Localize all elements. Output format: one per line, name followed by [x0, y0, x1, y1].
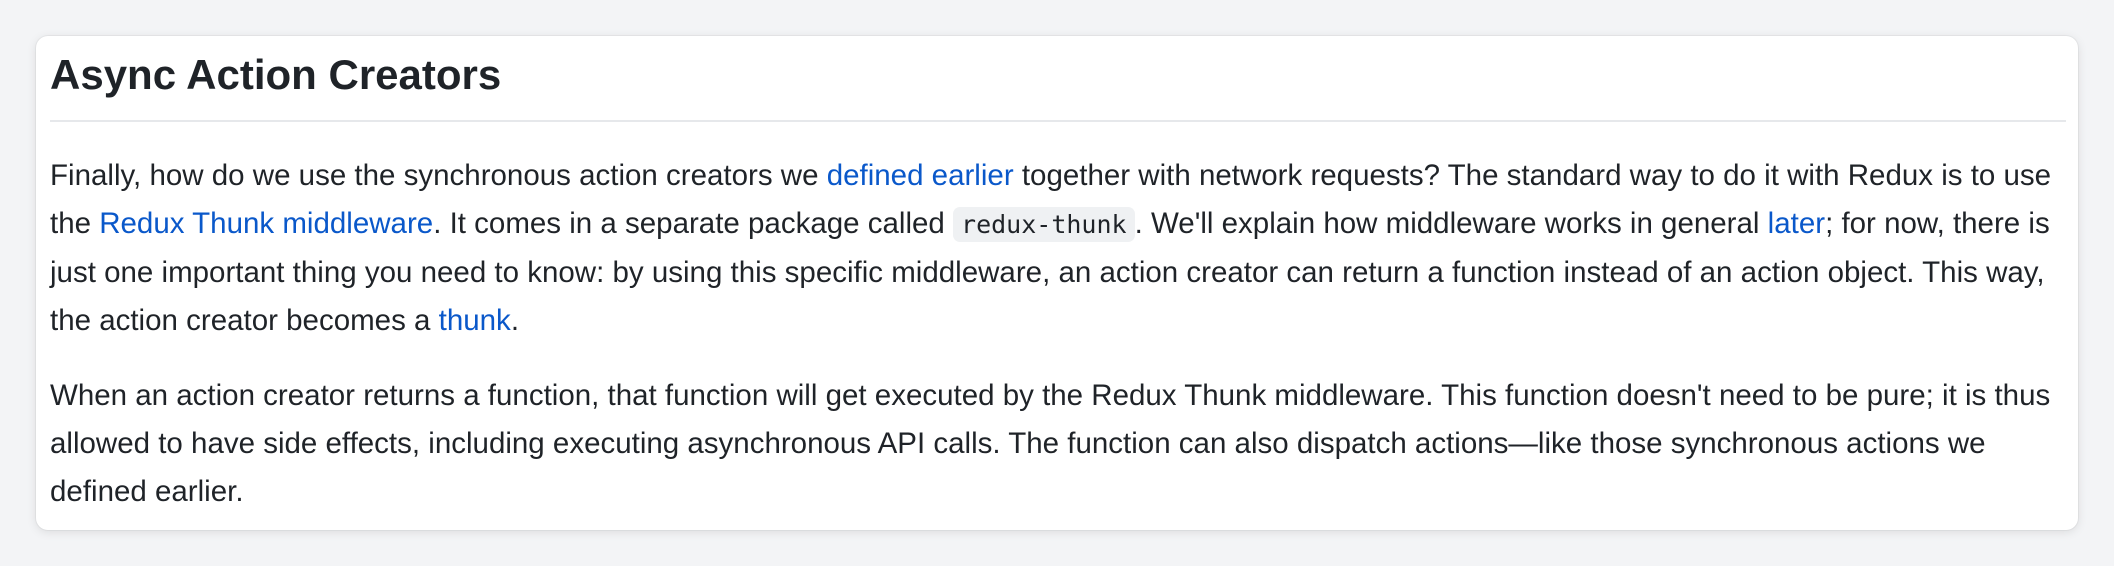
paragraph-text: . [510, 304, 520, 337]
link-later[interactable]: later [1768, 207, 1825, 240]
link-defined-earlier[interactable]: defined earlier [827, 159, 1014, 192]
paragraph-thunk-explanation: When an action creator returns a functio… [50, 379, 2051, 508]
paragraph-text: . We'll explain how middleware works in … [1134, 207, 1768, 240]
link-thunk[interactable]: thunk [439, 304, 511, 337]
paragraph-text: Finally, how do we use the synchronous a… [50, 159, 827, 192]
content-card: Async Action Creators Finally, how do we… [36, 36, 2078, 530]
link-redux-thunk-middleware[interactable]: Redux Thunk middleware [99, 207, 433, 240]
inline-code-redux-thunk: redux-thunk [953, 207, 1135, 242]
paragraph-intro: Finally, how do we use the synchronous a… [50, 152, 2066, 345]
paragraph-text: . It comes in a separate package called [433, 207, 954, 240]
section-heading: Async Action Creators [50, 48, 2066, 122]
